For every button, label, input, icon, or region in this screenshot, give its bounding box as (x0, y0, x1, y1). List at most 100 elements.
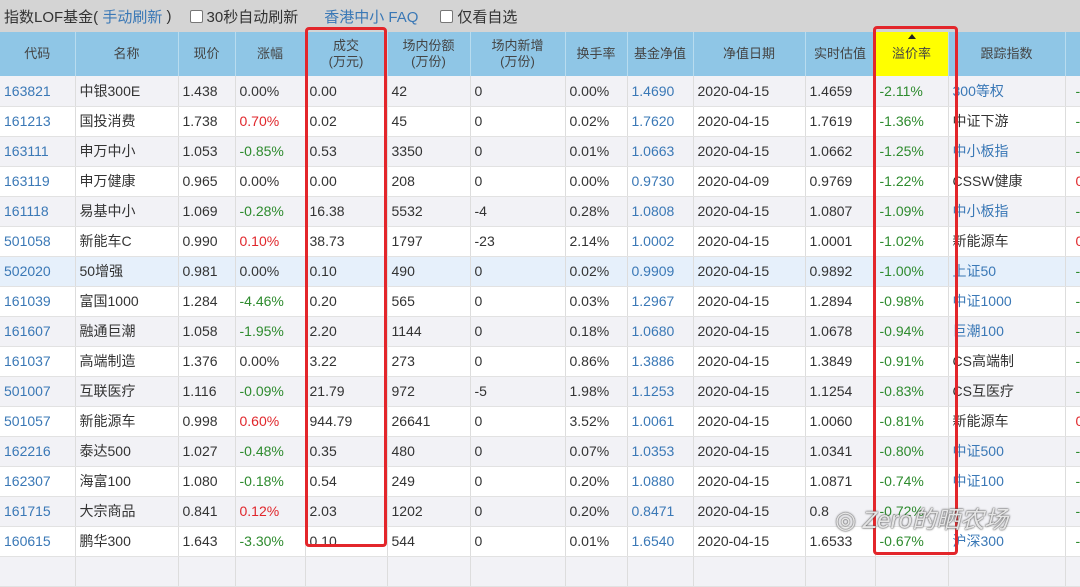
table-row[interactable]: 163119 申万健康 0.965 0.00% 0.00 208 0 0.00% 0.9730 2… (0, 166, 1080, 197)
table-row[interactable] (0, 556, 1080, 587)
cell-nav[interactable]: 0.8471 (627, 496, 694, 527)
table-row[interactable]: 501007 互联医疗 1.116 -0.09% 21.79 972 -5 1.98% 1.12… (0, 376, 1080, 407)
cell-price: 1.376 (178, 346, 236, 377)
cell-nav[interactable]: 1.3886 (627, 346, 694, 377)
cell-code[interactable]: 163111 (0, 136, 76, 167)
cell-code[interactable] (0, 556, 76, 587)
header-shares[interactable]: 场内份额 (万份) (387, 32, 471, 76)
cell-nav[interactable]: 1.0002 (627, 226, 694, 257)
cell-shares: 26641 (387, 406, 471, 437)
table-row[interactable]: 161607 融通巨潮 1.058 -1.95% 2.20 1144 0 0.18% 1.068… (0, 316, 1080, 347)
cell-code[interactable]: 501057 (0, 406, 76, 437)
cell-tracking-index[interactable]: 上证50 (948, 256, 1066, 287)
cell-new-shares: -4 (470, 196, 566, 227)
cell-code[interactable]: 163119 (0, 166, 76, 197)
header-turnover[interactable]: 换手率 (565, 32, 628, 76)
header-extra[interactable] (1065, 32, 1080, 76)
cell-nav[interactable]: 1.0061 (627, 406, 694, 437)
cell-shares: 42 (387, 76, 471, 107)
manual-refresh-link[interactable]: 手动刷新 (102, 6, 162, 27)
header-volume[interactable]: 成交 (万元) (305, 32, 388, 76)
only-favorites-toggle[interactable]: 仅看自选 (440, 6, 517, 27)
header-code[interactable]: 代码 (0, 32, 76, 76)
cell-nav[interactable]: 1.1253 (627, 376, 694, 407)
cell-code[interactable]: 501058 (0, 226, 76, 257)
header-name[interactable]: 名称 (75, 32, 179, 76)
cell-tracking-index[interactable]: 中证1000 (948, 286, 1066, 317)
auto-refresh-checkbox[interactable] (189, 9, 203, 23)
cell-code[interactable]: 162307 (0, 466, 76, 497)
header-change[interactable]: 涨幅 (235, 32, 306, 76)
header-premium[interactable]: 溢价率 (875, 32, 949, 76)
cell-code[interactable]: 161118 (0, 196, 76, 227)
cell-shares: 1144 (387, 316, 471, 347)
only-favorites-checkbox[interactable] (440, 9, 454, 23)
cell-nav[interactable]: 1.7620 (627, 106, 694, 137)
cell-code[interactable]: 161037 (0, 346, 76, 377)
table-row[interactable]: 161037 高端制造 1.376 0.00% 3.22 273 0 0.86% 1.3886 2… (0, 346, 1080, 377)
cell-premium: -2.11% (875, 76, 949, 107)
cell-nav-date: 2020-04-15 (693, 286, 806, 317)
cell-nav[interactable]: 1.0680 (627, 316, 694, 347)
cell-code[interactable]: 501007 (0, 376, 76, 407)
cell-nav[interactable]: 1.0353 (627, 436, 694, 467)
header-tracking-index[interactable]: 跟踪指数 (948, 32, 1066, 76)
table-row[interactable]: 163111 申万中小 1.053 -0.85% 0.53 3350 0 0.01% 1.066… (0, 136, 1080, 167)
cell-nav[interactable]: 1.0880 (627, 466, 694, 497)
cell-tracking-index[interactable]: 中证500 (948, 436, 1066, 467)
cell-tracking-index[interactable]: 中小板指 (948, 136, 1066, 167)
cell-nav-date: 2020-04-09 (693, 166, 806, 197)
table-row[interactable]: 162307 海富100 1.080 -0.18% 0.54 249 0 0.20% 1.088… (0, 466, 1080, 497)
cell-code[interactable]: 161715 (0, 496, 76, 527)
cell-code[interactable]: 160615 (0, 526, 76, 557)
cell-nav[interactable]: 1.4690 (627, 76, 694, 107)
header-nav[interactable]: 基金净值 (627, 32, 694, 76)
cell-volume: 0.53 (305, 136, 388, 167)
cell-estimate: 0.9892 (805, 256, 876, 287)
cell-nav[interactable]: 1.0808 (627, 196, 694, 227)
cell-volume: 3.22 (305, 346, 388, 377)
cell-volume: 0.10 (305, 256, 388, 287)
cell-code[interactable]: 162216 (0, 436, 76, 467)
cell-tracking-index[interactable]: 中证100 (948, 466, 1066, 497)
table-row[interactable]: 163821 中银300E 1.438 0.00% 0.00 42 0 0.00% 1.4690… (0, 76, 1080, 107)
cell-nav[interactable]: 1.2967 (627, 286, 694, 317)
header-estimate[interactable]: 实时估值 (805, 32, 876, 76)
table-row[interactable]: 161213 国投消费 1.738 0.70% 0.02 45 0 0.02% 1.7620 20… (0, 106, 1080, 137)
cell-turnover: 0.07% (565, 436, 628, 467)
header-nav-date[interactable]: 净值日期 (693, 32, 806, 76)
cell-estimate (805, 556, 876, 587)
faq-link[interactable]: 香港中小 FAQ (324, 6, 418, 27)
table-row[interactable]: 162216 泰达500 1.027 -0.48% 0.35 480 0 0.07% 1.035… (0, 436, 1080, 467)
cell-tracking-index[interactable]: 巨潮100 (948, 316, 1066, 347)
auto-refresh-toggle[interactable]: 30秒自动刷新 (189, 6, 298, 27)
table-row[interactable]: 501058 新能车C 0.990 0.10% 38.73 1797 -23 2.14% 1.0… (0, 226, 1080, 257)
cell-code[interactable]: 161039 (0, 286, 76, 317)
cell-extra: - (1065, 496, 1080, 527)
header-price[interactable]: 现价 (178, 32, 236, 76)
cell-nav[interactable]: 0.9909 (627, 256, 694, 287)
cell-code[interactable]: 161607 (0, 316, 76, 347)
header-new-shares[interactable]: 场内新增 (万份) (470, 32, 566, 76)
cell-nav[interactable]: 0.9730 (627, 166, 694, 197)
cell-change: 0.00% (235, 256, 306, 287)
cell-nav[interactable]: 1.0663 (627, 136, 694, 167)
cell-nav[interactable]: 1.6540 (627, 526, 694, 557)
cell-premium: -0.91% (875, 346, 949, 377)
cell-estimate: 1.0341 (805, 436, 876, 467)
cell-code[interactable]: 161213 (0, 106, 76, 137)
table-row[interactable]: 502020 50增强 0.981 0.00% 0.10 490 0 0.02% 0.9909 2… (0, 256, 1080, 287)
cell-premium: -0.81% (875, 406, 949, 437)
cell-nav-date: 2020-04-15 (693, 106, 806, 137)
cell-tracking-index[interactable]: 中小板指 (948, 196, 1066, 227)
table-row[interactable]: 161118 易基中小 1.069 -0.28% 16.38 5532 -4 0.28% 1.0… (0, 196, 1080, 227)
cell-change: -0.48% (235, 436, 306, 467)
cell-code[interactable]: 163821 (0, 76, 76, 107)
cell-nav[interactable] (627, 556, 694, 587)
table-row[interactable]: 501057 新能源车 0.998 0.60% 944.79 26641 0 3.52% 1.0… (0, 406, 1080, 437)
cell-tracking-index: CS互医疗 (948, 376, 1066, 407)
cell-extra: - (1065, 376, 1080, 407)
table-row[interactable]: 161039 富国1000 1.284 -4.46% 0.20 565 0 0.03% 1.29… (0, 286, 1080, 317)
cell-tracking-index[interactable]: 300等权 (948, 76, 1066, 107)
cell-code[interactable]: 502020 (0, 256, 76, 287)
